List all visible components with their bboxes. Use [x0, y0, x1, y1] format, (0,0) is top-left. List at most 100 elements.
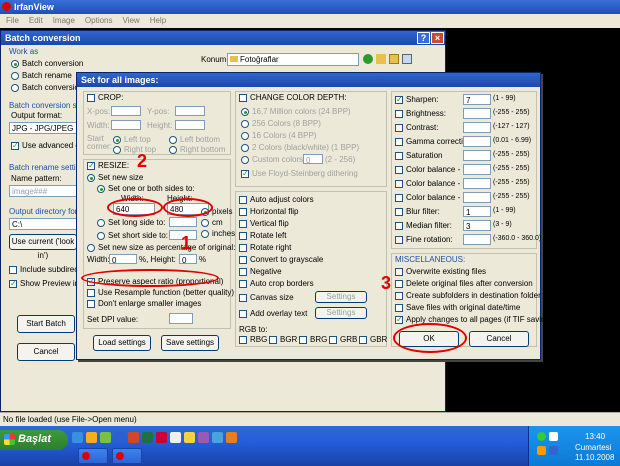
horizontal-flip-checkbox[interactable]: Horizontal flip [239, 207, 298, 216]
quick-launch-icon[interactable] [212, 432, 223, 443]
konum-select[interactable]: Fotoğraflar [227, 53, 359, 66]
adjust-input-9[interactable]: 3 [463, 220, 491, 231]
adjust-checkbox-1[interactable]: Brightness: [395, 109, 446, 118]
adjust-input-8[interactable]: 1 [463, 206, 491, 217]
adjust-input-4[interactable] [463, 150, 491, 161]
taskbar-item-batch[interactable] [112, 448, 142, 464]
taskbar-item-irfanview[interactable] [78, 448, 108, 464]
load-settings-button[interactable]: Load settings [93, 335, 151, 351]
menu-help[interactable]: Help [150, 16, 166, 28]
grayscale-checkbox[interactable]: Convert to grayscale [239, 255, 323, 264]
color-depth-checkbox[interactable]: CHANGE COLOR DEPTH: [239, 93, 346, 102]
up-folder-icon[interactable] [376, 54, 386, 64]
dialog-cancel-button[interactable]: Cancel [469, 331, 529, 347]
adjust-checkbox-2[interactable]: Contrast: [395, 123, 438, 132]
cancel-batch-button[interactable]: Cancel [17, 343, 75, 361]
crop-ypos-input[interactable] [175, 106, 205, 116]
adjust-checkbox-5[interactable]: Color balance - R: [395, 165, 470, 174]
quick-launch-icon[interactable] [114, 432, 125, 443]
set-short-side-radio[interactable]: Set short side to: [97, 231, 168, 240]
tray-security-icon[interactable] [537, 446, 546, 455]
resize-checkbox[interactable]: ✓ RESIZE: [87, 161, 129, 170]
canvas-settings-button[interactable]: Settings [315, 291, 367, 303]
crop-height-input[interactable] [175, 120, 205, 130]
pct-height-input[interactable]: 0 [179, 254, 197, 264]
view-menu-icon[interactable] [402, 54, 412, 64]
corner-left-bottom[interactable]: Left bottom [169, 135, 220, 144]
rgb-bgr-checkbox[interactable]: BGR [269, 335, 297, 344]
work-as-batch-conversion[interactable]: Batch conversion [11, 59, 83, 68]
output-format-select[interactable]: JPG - JPG/JPEG Form [9, 122, 77, 134]
menu-options[interactable]: Options [85, 16, 113, 28]
menu-file[interactable]: File [6, 16, 19, 28]
save-date-time-checkbox[interactable]: Save files with original date/time [395, 303, 520, 312]
name-pattern-input[interactable]: image### [9, 185, 77, 197]
corner-left-top[interactable]: Left top [113, 135, 151, 144]
crop-xpos-input[interactable] [111, 106, 141, 116]
rgb-grb-checkbox[interactable]: GRB [329, 335, 357, 344]
corner-right-bottom[interactable]: Right bottom [169, 145, 225, 154]
depth-4bpp-radio[interactable]: 16 Colors (4 BPP) [241, 131, 316, 140]
quick-launch-icon[interactable] [142, 432, 153, 443]
quick-launch-icon[interactable] [86, 432, 97, 443]
adjust-input-10[interactable] [463, 234, 491, 245]
output-dir-input[interactable]: C:\ [9, 218, 77, 230]
rgb-rbg-checkbox[interactable]: RBG [239, 335, 267, 344]
set-percentage-radio[interactable]: Set new size as percentage of original: [87, 243, 235, 252]
corner-right-top[interactable]: Right top [113, 145, 156, 154]
use-current-button[interactable]: Use current ('look in') [9, 234, 77, 260]
rgb-gbr-checkbox[interactable]: GBR [359, 335, 387, 344]
start-button[interactable]: Başlat [0, 430, 68, 450]
quick-launch-icon[interactable] [198, 432, 209, 443]
vertical-flip-checkbox[interactable]: Vertical flip [239, 219, 289, 228]
quick-launch-icon[interactable] [156, 432, 167, 443]
negative-checkbox[interactable]: Negative [239, 267, 282, 276]
overlay-settings-button[interactable]: Settings [315, 307, 367, 319]
overlay-text-checkbox[interactable]: Add overlay text [239, 309, 307, 318]
adjust-input-2[interactable] [463, 122, 491, 133]
dont-enlarge-checkbox[interactable]: Don't enlarge smaller images [87, 299, 201, 308]
new-folder-icon[interactable] [389, 54, 399, 64]
overwrite-checkbox[interactable]: Overwrite existing files [395, 267, 486, 276]
pct-width-input[interactable]: 0 [109, 254, 137, 264]
set-one-or-both-radio[interactable]: Set one or both sides to: [97, 184, 195, 193]
auto-adjust-colors-checkbox[interactable]: Auto adjust colors [239, 195, 314, 204]
start-batch-button[interactable]: Start Batch [17, 315, 75, 333]
long-side-input[interactable] [169, 217, 197, 227]
unit-inches-radio[interactable]: inches [201, 229, 235, 238]
adjust-checkbox-6[interactable]: Color balance - G: [395, 179, 471, 188]
adjust-checkbox-10[interactable]: Fine rotation: [395, 235, 453, 244]
set-new-size-radio[interactable]: Set new size [87, 173, 143, 182]
back-icon[interactable] [363, 54, 373, 64]
quick-launch-icon[interactable] [128, 432, 139, 443]
menu-view[interactable]: View [123, 16, 140, 28]
depth-24bpp-radio[interactable]: 16,7 Million colors (24 BPP) [241, 107, 351, 116]
create-subfolders-checkbox[interactable]: Create subfolders in destination folder [395, 291, 541, 300]
save-settings-button[interactable]: Save settings [161, 335, 219, 351]
floyd-dithering-checkbox[interactable]: ✓ Use Floyd-Steinberg dithering [241, 169, 358, 178]
help-button[interactable]: ? [417, 32, 430, 44]
tray-messenger-icon[interactable] [549, 446, 558, 455]
use-resample-checkbox[interactable]: Use Resample function (better quality) [87, 288, 234, 297]
quick-launch-icon[interactable] [184, 432, 195, 443]
adjust-checkbox-4[interactable]: Saturation [395, 151, 442, 160]
depth-custom-radio[interactable]: Custom colors: [241, 155, 305, 164]
quick-launch-icon[interactable] [100, 432, 111, 443]
canvas-size-checkbox[interactable]: Canvas size [239, 293, 294, 302]
set-dpi-input[interactable] [169, 313, 193, 324]
quick-launch-icon[interactable] [72, 432, 83, 443]
adjust-input-3[interactable] [463, 136, 491, 147]
tray-volume-icon[interactable] [549, 432, 558, 441]
quick-launch-icon[interactable] [226, 432, 237, 443]
menu-edit[interactable]: Edit [29, 16, 43, 28]
custom-colors-input[interactable]: 0 [303, 154, 323, 164]
crop-checkbox[interactable]: CROP: [87, 93, 123, 102]
delete-originals-checkbox[interactable]: Delete original files after conversion [395, 279, 533, 288]
auto-crop-checkbox[interactable]: Auto crop borders [239, 279, 314, 288]
quick-launch-icon[interactable] [170, 432, 181, 443]
depth-1bpp-radio[interactable]: 2 Colors (black/white) (1 BPP) [241, 143, 359, 152]
adjust-checkbox-9[interactable]: Median filter: [395, 221, 452, 230]
close-button[interactable]: × [431, 32, 444, 44]
adjust-checkbox-7[interactable]: Color balance - B: [395, 193, 470, 202]
adjust-input-5[interactable] [463, 164, 491, 175]
